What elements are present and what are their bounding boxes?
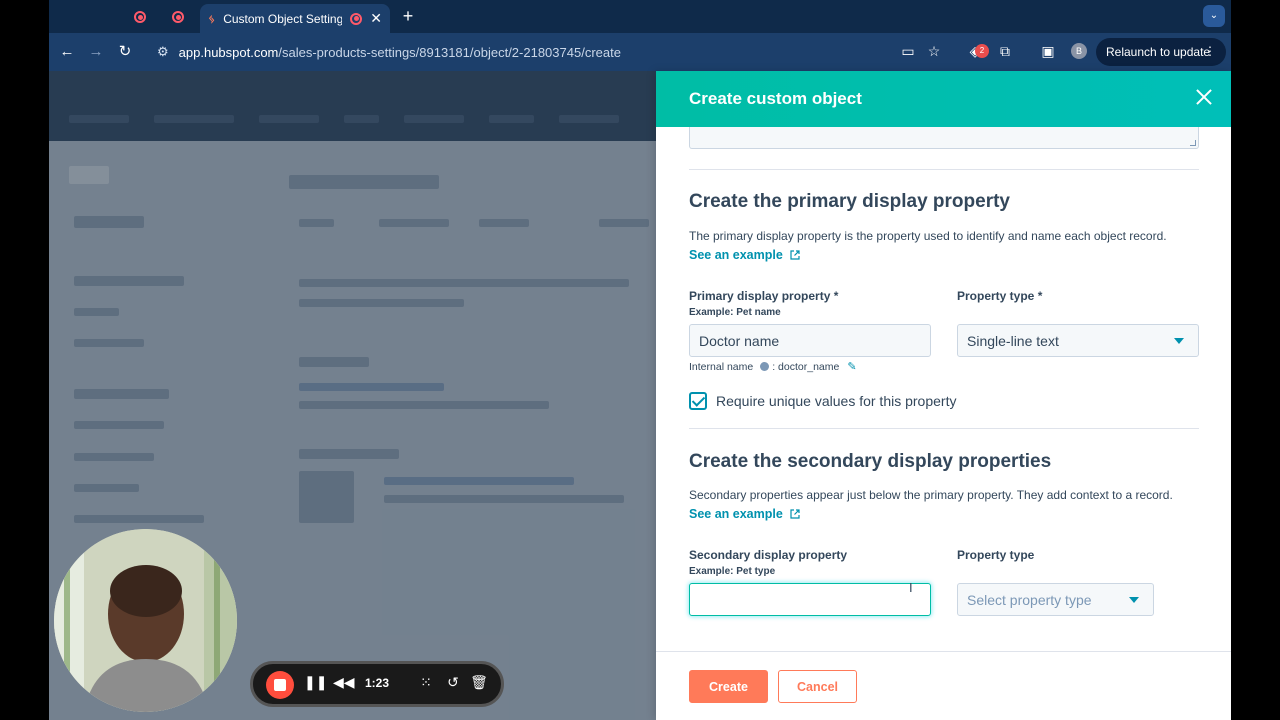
primary-see-example-link[interactable]: See an example [689,248,800,262]
tab-search-chevron-icon[interactable]: ⌄ [1203,5,1225,27]
primary-property-label: Primary display property * [689,289,839,303]
require-unique-checkbox[interactable] [689,392,707,410]
tab-close-icon[interactable]: ✕ [370,10,382,27]
bookmark-star-icon[interactable]: ☆ [925,43,943,60]
recording-timer: 1:23 [365,676,390,690]
tab-recording-2[interactable] [163,6,193,28]
new-tab-button[interactable]: + [397,6,419,27]
profile-avatar[interactable]: B [1071,43,1087,59]
chevron-down-icon [1174,338,1184,344]
internal-name-row: Internal name : doctor_name ✎ [689,360,857,374]
primary-property-input[interactable]: Doctor name [689,324,931,357]
panel-title: Create custom object [689,89,862,108]
primary-section-description: The primary display property is the prop… [689,229,1167,243]
section-divider [689,428,1199,429]
pause-icon[interactable]: ❚❚ [304,674,327,691]
reload-icon[interactable]: ↻ [115,42,135,62]
panel-footer: Create Cancel [656,651,1231,720]
primary-section-title: Create the primary display property [689,191,1010,212]
site-settings-icon[interactable]: ⚙ [157,44,169,60]
url-path: /sales-products-settings/8913181/object/… [278,44,621,60]
secondary-property-input[interactable] [689,583,931,616]
side-panel-icon[interactable]: ▣ [1039,43,1057,60]
address-bar[interactable]: ⚙ app.hubspot.com/sales-products-setting… [147,38,967,66]
extension-badge: 2 [975,44,989,58]
primary-property-hint: Example: Pet name [689,307,781,318]
external-link-icon [790,509,800,519]
info-icon[interactable] [760,362,770,371]
close-icon[interactable] [1193,87,1215,109]
grid-dots-icon[interactable]: ⁙ [416,674,436,691]
tab-recording-1[interactable] [125,6,155,28]
external-link-icon [790,250,800,260]
tab-title: Custom Object Settings [223,11,343,26]
relaunch-label: Relaunch to update [1106,45,1211,59]
description-textarea[interactable] [689,127,1199,149]
create-custom-object-panel: Create custom object Create the primary … [656,71,1231,720]
recording-controls: ❚❚ ◀◀ 1:23 ⁙ ↺ 🗑 [250,661,504,707]
create-button[interactable]: Create [689,670,768,703]
primary-type-value: Single-line text [967,332,1059,349]
secondary-type-label: Property type [957,548,1035,562]
resize-handle-icon[interactable] [1190,140,1196,146]
require-unique-checkbox-row[interactable]: Require unique values for this property [689,392,956,410]
stop-recording-button[interactable] [266,671,294,699]
secondary-type-placeholder: Select property type [967,591,1092,608]
record-icon [350,12,363,25]
secondary-type-select[interactable]: Select property type [957,583,1154,616]
secondary-property-label: Secondary display property [689,548,848,562]
primary-see-example-label: See an example [689,248,783,262]
text-cursor-icon: I [909,580,913,595]
secondary-see-example-link[interactable]: See an example [689,507,800,521]
primary-type-label: Property type * [957,289,1043,303]
camera-icon[interactable]: ▭ [899,43,917,60]
require-unique-label: Require unique values for this property [716,393,957,409]
cancel-button[interactable]: Cancel [778,670,857,703]
secondary-section-title: Create the secondary display properties [689,451,1052,472]
panel-header: Create custom object [656,71,1231,127]
puzzle-extensions-icon[interactable]: ⧉ [996,43,1014,60]
back-arrow-icon[interactable]: ← [57,42,77,62]
record-icon [134,11,146,23]
primary-type-select[interactable]: Single-line text [957,324,1199,357]
more-vert-icon: ⋮ [1204,44,1216,58]
restart-icon[interactable]: ↺ [443,674,463,691]
tab-active[interactable]: ᛃ Custom Object Settings ✕ [200,4,390,33]
rewind-icon[interactable]: ◀◀ [333,674,355,691]
secondary-see-example-label: See an example [689,507,783,521]
browser-tab-bar: ᛃ Custom Object Settings ✕ + ⌄ [49,0,1231,33]
forward-arrow-icon[interactable]: → [86,42,106,62]
trash-icon[interactable]: 🗑 [469,674,489,691]
chevron-down-icon [1129,597,1139,603]
secondary-section-description: Secondary properties appear just below t… [689,488,1173,502]
internal-name-label: Internal name [689,360,754,373]
internal-name-value: : doctor_name [772,360,840,373]
record-icon [172,11,184,23]
edit-pencil-icon[interactable]: ✎ [847,360,856,373]
relaunch-button[interactable]: Relaunch to update ⋮ [1096,38,1226,66]
webcam-bubble [54,529,237,712]
presenter-video-icon [54,529,237,712]
browser-toolbar: ← → ↻ ⚙ app.hubspot.com/sales-products-s… [49,33,1231,71]
url-host: app.hubspot.com [178,44,279,60]
secondary-property-hint: Example: Pet type [689,566,776,577]
hubspot-sprocket-icon: ᛃ [208,11,216,26]
section-divider [689,169,1199,170]
